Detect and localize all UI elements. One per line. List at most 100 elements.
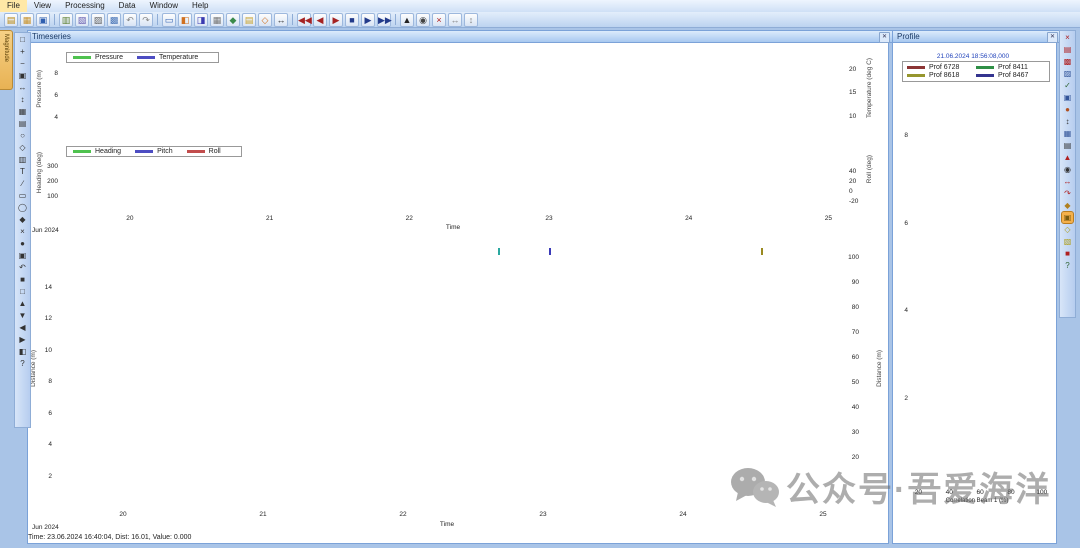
marker-plot-icon[interactable]: ◇ xyxy=(1062,224,1073,235)
timeseries-x-axis-title: Time xyxy=(445,224,461,231)
open-icon[interactable]: ▦ xyxy=(20,12,34,27)
stop-icon[interactable]: ■ xyxy=(345,12,359,27)
print-plot-icon[interactable]: ▨ xyxy=(1062,68,1073,79)
settings-icon[interactable]: ◇ xyxy=(258,12,272,27)
text-icon[interactable]: T xyxy=(17,166,28,177)
import-data-icon[interactable]: ▥ xyxy=(59,12,73,27)
snapshot-icon[interactable]: ▣ xyxy=(17,250,28,261)
copy-icon[interactable]: ▩ xyxy=(107,12,121,27)
marker-icon[interactable]: ◇ xyxy=(17,142,28,153)
timeseries-view-icon[interactable]: ▭ xyxy=(162,12,176,27)
cursor-tool-icon[interactable]: ▲ xyxy=(400,12,414,27)
export-plot-icon[interactable]: ▤ xyxy=(1062,44,1073,55)
cursor-mode-icon[interactable]: ▲ xyxy=(1062,152,1073,163)
copy-plot-icon[interactable]: ▩ xyxy=(1062,56,1073,67)
pan-tool-icon[interactable]: ↔ xyxy=(448,12,462,27)
delete-tool-icon[interactable]: × xyxy=(432,12,446,27)
zoom-in-icon[interactable]: + xyxy=(17,46,28,57)
zoom-tool-icon[interactable]: ◉ xyxy=(416,12,430,27)
edit-plot-icon[interactable]: ✓ xyxy=(1062,80,1073,91)
refresh-plot-icon[interactable]: ↷ xyxy=(1062,188,1073,199)
last-ensemble-icon[interactable]: ▶▶ xyxy=(377,12,392,27)
first-ensemble-icon[interactable]: ◀◀ xyxy=(297,12,312,27)
layers-icon[interactable]: ▤ xyxy=(17,118,28,129)
palette-icon[interactable]: ● xyxy=(1062,104,1073,115)
profile-view-icon[interactable]: ◨ xyxy=(194,12,208,27)
ruler-icon[interactable]: ▥ xyxy=(17,154,28,165)
rect-icon[interactable]: ▭ xyxy=(17,190,28,201)
pressure-tick: 4 xyxy=(54,114,58,122)
polygon-icon[interactable]: ◆ xyxy=(17,214,28,225)
menu-item-help[interactable]: Help xyxy=(185,0,215,12)
export-data-icon[interactable]: ▧ xyxy=(75,12,89,27)
options-icon[interactable]: ◧ xyxy=(17,346,28,357)
down-icon[interactable]: ▼ xyxy=(17,310,28,321)
legend-swatch xyxy=(907,66,925,69)
temperature-axis-label: Temperature (deg C) xyxy=(866,58,873,118)
layers-plot-icon[interactable]: ▧ xyxy=(1062,236,1073,247)
legend-toggle-icon[interactable]: ▤ xyxy=(1062,140,1073,151)
save-icon[interactable]: ▣ xyxy=(36,12,50,27)
zoom-mode-icon[interactable]: ◉ xyxy=(1062,164,1073,175)
annotate-icon[interactable]: ◆ xyxy=(1062,200,1073,211)
undo-icon[interactable]: ↶ xyxy=(123,12,137,27)
new-file-icon[interactable]: ▤ xyxy=(4,12,18,27)
reset-tool-icon[interactable]: ↕ xyxy=(464,12,478,27)
pan-mode-icon[interactable]: ↔ xyxy=(1062,176,1073,187)
scale-icon[interactable]: ↕ xyxy=(1062,116,1073,127)
lock-icon[interactable]: ■ xyxy=(17,274,28,285)
up-icon[interactable]: ▲ xyxy=(17,298,28,309)
profile-titlebar[interactable]: Profile ✕ xyxy=(892,30,1061,43)
line-icon[interactable]: ∕ xyxy=(17,178,28,189)
help-icon[interactable]: ? xyxy=(17,358,28,369)
play-icon[interactable]: ▶ xyxy=(329,12,343,27)
profile-close-icon[interactable]: ✕ xyxy=(1047,32,1058,43)
fit-icon[interactable]: ↕ xyxy=(17,94,28,105)
timeseries-titlebar[interactable]: Timeseries ✕ xyxy=(27,30,893,43)
menu-item-window[interactable]: Window xyxy=(143,0,185,12)
properties-icon[interactable]: ▣ xyxy=(1062,92,1073,103)
zoom-window-icon[interactable]: ▣ xyxy=(17,70,28,81)
menu-item-file[interactable]: File xyxy=(0,0,27,12)
grid-icon[interactable]: ▦ xyxy=(17,106,28,117)
zoom-out-icon[interactable]: − xyxy=(17,58,28,69)
color-icon[interactable]: ● xyxy=(17,238,28,249)
help-plot-icon[interactable]: ? xyxy=(1062,260,1073,271)
redo-icon[interactable]: ↷ xyxy=(139,12,153,27)
grid-toggle-icon[interactable]: ▦ xyxy=(1062,128,1073,139)
ellipse-icon[interactable]: ◯ xyxy=(17,202,28,213)
lock-plot-icon[interactable]: ■ xyxy=(1062,248,1073,259)
snapshot-plot-icon[interactable]: ▣ xyxy=(1061,211,1074,224)
toolbar-separator xyxy=(292,14,293,25)
crosshair-icon[interactable]: ○ xyxy=(17,130,28,141)
next-ensemble-icon[interactable]: ▶ xyxy=(361,12,375,27)
erase-icon[interactable]: × xyxy=(17,226,28,237)
roll-tick: -20 xyxy=(849,198,859,205)
timeseries-close-icon[interactable]: ✕ xyxy=(879,32,890,43)
unlock-icon[interactable]: □ xyxy=(17,286,28,297)
fit-view-icon[interactable]: ↔ xyxy=(274,12,288,27)
pointer-icon[interactable]: □ xyxy=(17,34,28,45)
timeseries-x-tick: 20 xyxy=(126,215,134,222)
roll-axis-label: Roll (deg) xyxy=(866,155,873,184)
pan-icon[interactable]: ↔ xyxy=(17,82,28,93)
close-plot-icon[interactable]: × xyxy=(1062,32,1073,43)
menu-item-view[interactable]: View xyxy=(27,0,58,12)
contour-view-icon[interactable]: ◧ xyxy=(178,12,192,27)
legend-swatch xyxy=(73,56,91,59)
colorbar-tick: 90 xyxy=(851,279,859,286)
collapsed-side-panel-tab[interactable]: Magnitude xyxy=(0,30,13,90)
map-view-icon[interactable]: ◆ xyxy=(226,12,240,27)
tile-windows-icon[interactable]: ▤ xyxy=(242,12,256,27)
menu-item-data[interactable]: Data xyxy=(112,0,143,12)
print-icon[interactable]: ▨ xyxy=(91,12,105,27)
right-icon[interactable]: ▶ xyxy=(17,334,28,345)
prev-ensemble-icon[interactable]: ◀ xyxy=(313,12,327,27)
menu-item-processing[interactable]: Processing xyxy=(58,0,112,12)
refresh-icon[interactable]: ↶ xyxy=(17,262,28,273)
profile-legend-item: Prof 8618 xyxy=(907,72,972,79)
table-view-icon[interactable]: ▦ xyxy=(210,12,224,27)
left-icon[interactable]: ◀ xyxy=(17,322,28,333)
profile-client-area xyxy=(892,41,1057,544)
heatmap-x-tick: 24 xyxy=(679,511,687,518)
